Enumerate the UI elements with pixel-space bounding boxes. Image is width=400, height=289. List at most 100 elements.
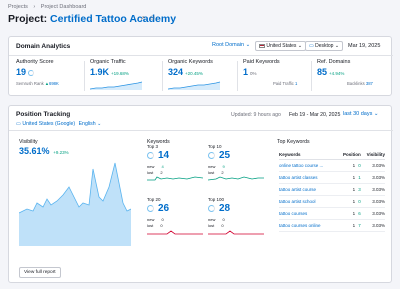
keyword-link[interactable]: tattoo courses online [279, 219, 338, 232]
device-select[interactable]: ▭ Desktop ⌄ [305, 41, 344, 51]
top-keywords-title: Top Keywords [277, 139, 310, 145]
keyword-group-label: Top 100 [208, 197, 225, 202]
keyword-trend-sparkline [147, 230, 203, 235]
keyword-visibility: 3.03% [360, 159, 385, 172]
root-domain-label: Root Domain [212, 42, 245, 48]
language-label: English [78, 121, 96, 127]
top-keywords-table: Keywords Position Visibility online tatt… [279, 150, 385, 232]
keyword-trend-line [147, 176, 203, 181]
metric-value: 324 [168, 67, 184, 77]
view-full-report-button[interactable]: View full report [19, 267, 61, 278]
keyword-group-value[interactable]: 26 [158, 203, 169, 214]
metric-value-row[interactable]: 1 0% [243, 67, 257, 77]
keyword-trend-sparkline [208, 176, 264, 181]
keyword-link[interactable]: tattoo artist classes [279, 171, 338, 184]
metric-change: +20.45% [185, 71, 203, 76]
metric-sub: Backlinks 387 [347, 81, 373, 86]
keyword-position: 10 [337, 159, 361, 172]
metric-divider [237, 61, 238, 91]
keyword-trend-line [208, 230, 264, 235]
keyword-position: 16 [337, 207, 361, 220]
keyword-new: new 4 [147, 164, 164, 169]
keyword-link[interactable]: tattoo courses [279, 207, 338, 220]
keyword-progress-ring-icon [147, 152, 154, 159]
visibility-value-row: 35.61% +9.23% [19, 146, 69, 156]
keyword-group-value[interactable]: 25 [219, 150, 230, 161]
breadcrumb-projects[interactable]: Projects [8, 4, 28, 10]
breadcrumb: Projects › Project Dashboard [8, 4, 90, 10]
keyword-group-label: Top 3 [147, 144, 159, 149]
divider [9, 130, 393, 131]
device-label: Desktop [315, 43, 334, 49]
period-select[interactable]: last 30 days ⌄ [343, 111, 379, 117]
keyword-new: new 9 [208, 164, 225, 169]
period-label: last 30 days [343, 111, 373, 117]
visibility-value: 35.61% [19, 146, 50, 156]
keyword-group-value[interactable]: 14 [158, 150, 169, 161]
chevron-down-icon: ⌄ [373, 111, 379, 117]
keyword-visibility: 3.03% [360, 183, 385, 196]
metric-value: 85 [317, 67, 328, 77]
keyword-new: new 0 [208, 217, 225, 222]
metric-value-row[interactable]: 324 +20.45% [168, 67, 203, 77]
keyword-new-label: new [147, 164, 156, 169]
keyword-visibility: 3.03% [360, 207, 385, 220]
authority-ring-icon [28, 70, 35, 77]
keyword-link[interactable]: online tattoo course ... [279, 159, 338, 172]
project-name[interactable]: Certified Tattoo Academy [50, 13, 176, 25]
metric-value: 1.9K [90, 67, 110, 77]
metric-sub-value[interactable]: 698K [49, 81, 59, 86]
metric-value-row[interactable]: 19 [16, 67, 35, 77]
country-select[interactable]: United States ⌄ [255, 41, 307, 51]
keyword-new-value: 0 [222, 217, 225, 222]
keyword-new-label: new [208, 217, 217, 222]
metric-change: +4.94% [329, 71, 345, 76]
metric-value-row[interactable]: 1.9K +19.68% [90, 67, 129, 77]
metric-label: Paid Keywords [243, 59, 280, 65]
divider [9, 55, 393, 56]
table-header-row: Keywords Position Visibility [279, 150, 385, 160]
chevron-down-icon: ⌄ [97, 121, 102, 127]
root-domain-select[interactable]: Root Domain ⌄ [212, 42, 250, 48]
position-change: 6 [358, 211, 361, 216]
location-select[interactable]: ▭ United States (Google) English ⌄ [16, 121, 101, 127]
metric-sub: Paid Traffic 1 [273, 81, 297, 86]
keyword-new-value: 0 [161, 217, 164, 222]
metric-change: +19.68% [111, 71, 129, 76]
metric-sparkline [168, 81, 221, 90]
keyword-new-label: new [147, 217, 156, 222]
title-prefix: Project: [8, 13, 48, 25]
metric-divider [311, 61, 312, 91]
metric-sub-label: Paid Traffic [273, 81, 296, 86]
keyword-group-label: Top 20 [147, 197, 161, 202]
domain-analytics-title: Domain Analytics [16, 43, 71, 50]
keyword-group-value[interactable]: 28 [219, 203, 230, 214]
keyword-position: 13 [337, 183, 361, 196]
metric-sub-value[interactable]: 1 [295, 81, 297, 86]
position-change: 1 [358, 175, 361, 180]
table-row: tattoo artist course 1 3 3.03% [279, 183, 385, 196]
table-row: tattoo artist school 1 0 3.03% [279, 195, 385, 208]
domain-analytics-card: Domain Analytics Root Domain ⌄ United St… [8, 36, 393, 96]
keyword-visibility: 3.03% [360, 171, 385, 184]
keyword-link[interactable]: tattoo artist school [279, 195, 338, 208]
position-tracking-title: Position Tracking [16, 111, 71, 118]
keyword-new-value: 4 [161, 164, 164, 169]
external-link-icon[interactable]: ↗ [140, 16, 145, 22]
metric-sub: Semrush Rank ▲698K [16, 81, 59, 86]
metric-sub-value[interactable]: 387 [366, 81, 373, 86]
col-position: Position [337, 150, 361, 160]
keyword-new-value: 9 [222, 164, 225, 169]
keyword-trend-sparkline [147, 176, 203, 181]
metric-label: Ref. Domains [317, 59, 351, 65]
share-icon[interactable]: ⚇ [150, 16, 155, 22]
col-keywords: Keywords [279, 150, 338, 160]
metric-value-row[interactable]: 85 +4.94% [317, 67, 344, 77]
title-icons: ↗ ⚇ [140, 15, 155, 22]
chevron-down-icon: ⌄ [245, 42, 251, 48]
keyword-link[interactable]: tattoo artist course [279, 183, 338, 196]
metric-value: 19 [16, 67, 27, 77]
keyword-trend-line [208, 176, 264, 181]
keyword-progress-ring-icon [208, 152, 215, 159]
keyword-position: 17 [337, 219, 361, 232]
